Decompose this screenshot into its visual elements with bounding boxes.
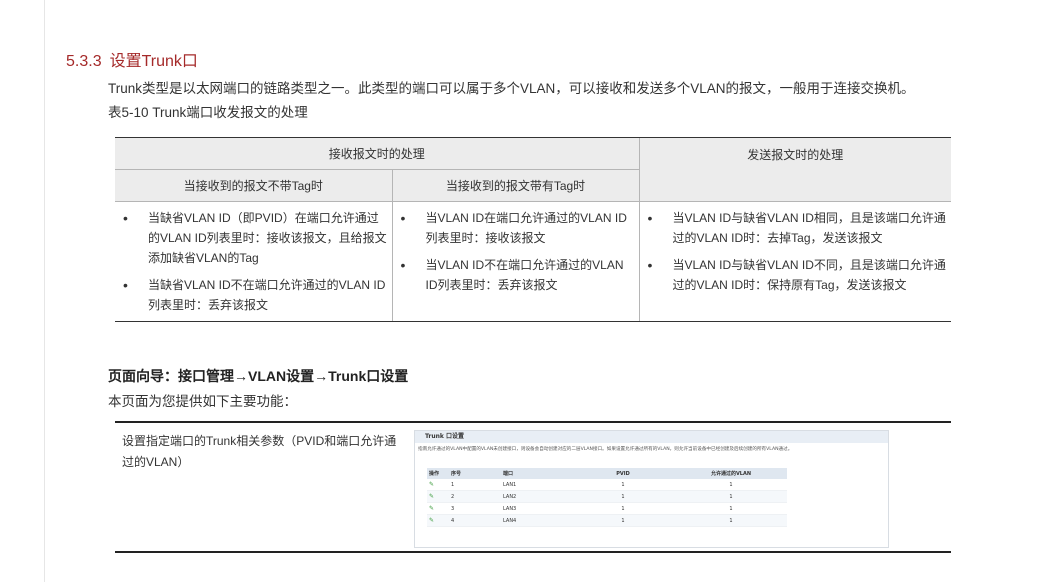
trunk-port-table: 操作 序号 端口 PVID 允许通过的VLAN ✎ 1 LAN1 1 1 ✎ 2 <box>427 468 787 527</box>
tagged-header: 当接收到的报文带有Tag时 <box>391 169 639 202</box>
col-port: 端口 <box>501 468 571 479</box>
pencil-icon[interactable]: ✎ <box>429 517 434 524</box>
section-number: 5.3.3 <box>66 53 102 70</box>
col-allowed-vlan: 允许通过的VLAN <box>675 468 787 479</box>
table-row: ✎ 2 LAN2 1 1 <box>427 490 787 503</box>
row-vlan: 1 <box>675 502 787 515</box>
features-intro: 本页面为您提供如下主要功能： <box>108 394 297 409</box>
pencil-icon[interactable]: ✎ <box>429 493 434 500</box>
row-index: 2 <box>449 490 501 503</box>
table-row: ✎ 1 LAN1 1 1 <box>427 479 787 491</box>
send-header: 发送报文时的处理 <box>638 137 951 202</box>
page-left-rule <box>44 0 45 582</box>
row-index: 3 <box>449 502 501 515</box>
trunk-process-table: 接收报文时的处理 发送报文时的处理 当接收到的报文不带Tag时 当接收到的报文带… <box>115 137 951 322</box>
col-index: 序号 <box>449 468 501 479</box>
list-item: 当缺省VLAN ID不在端口允许通过的VLAN ID列表里时：丢弃该报文 <box>119 275 388 315</box>
edit-cell[interactable]: ✎ <box>427 502 449 515</box>
section-title: 设置Trunk口 <box>109 53 198 70</box>
send-cell: 当VLAN ID与缺省VLAN ID相同，且是该端口允许通过的VLAN ID时：… <box>638 201 951 322</box>
row-index: 1 <box>449 479 501 491</box>
list-item: 当VLAN ID与缺省VLAN ID相同，且是该端口允许通过的VLAN ID时：… <box>644 208 948 248</box>
pencil-icon[interactable]: ✎ <box>429 481 434 488</box>
row-port: LAN2 <box>501 490 571 503</box>
trunk-settings-screenshot: Trunk 口设置 指南允许通过的VLAN中配置的VLAN未创建接口，则设备会自… <box>414 430 889 548</box>
table-row: ✎ 4 LAN4 1 1 <box>427 514 787 527</box>
list-item: 当VLAN ID在端口允许通过的VLAN ID列表里时：接收该报文 <box>397 208 635 248</box>
row-pvid: 1 <box>571 479 675 491</box>
screenshot-title: Trunk 口设置 <box>415 431 888 443</box>
section-heading: 5.3.3 设置Trunk口 <box>66 47 198 71</box>
list-item: 当VLAN ID不在端口允许通过的VLAN ID列表里时：丢弃该报文 <box>397 255 635 295</box>
row-index: 4 <box>449 514 501 527</box>
table-row: ✎ 3 LAN3 1 1 <box>427 502 787 515</box>
tagged-cell: 当VLAN ID在端口允许通过的VLAN ID列表里时：接收该报文 当VLAN … <box>391 201 639 322</box>
row-pvid: 1 <box>571 490 675 503</box>
row-port: LAN4 <box>501 514 571 527</box>
untagged-header: 当接收到的报文不带Tag时 <box>115 169 392 202</box>
edit-cell[interactable]: ✎ <box>427 490 449 503</box>
row-port: LAN1 <box>501 479 571 491</box>
col-pvid: PVID <box>571 468 675 479</box>
screenshot-note: 指南允许通过的VLAN中配置的VLAN未创建接口，则设备会自动创建对应的二层VL… <box>418 447 793 452</box>
row-vlan: 1 <box>675 490 787 503</box>
col-action: 操作 <box>427 468 449 479</box>
list-item: 当缺省VLAN ID（即PVID）在端口允许通过的VLAN ID列表里时：接收该… <box>119 208 388 268</box>
row-pvid: 1 <box>571 502 675 515</box>
intro-paragraph: Trunk类型是以太网端口的链路类型之一。此类型的端口可以属于多个VLAN，可以… <box>108 81 915 96</box>
pencil-icon[interactable]: ✎ <box>429 505 434 512</box>
list-item: 当VLAN ID与缺省VLAN ID不同，且是该端口允许通过的VLAN ID时：… <box>644 255 948 295</box>
feature-table: 设置指定端口的Trunk相关参数（PVID和端口允许通过的VLAN） Trunk… <box>115 421 951 553</box>
row-pvid: 1 <box>571 514 675 527</box>
edit-cell[interactable]: ✎ <box>427 479 449 491</box>
page-guide: 页面向导：接口管理→VLAN设置→Trunk口设置 <box>108 368 409 384</box>
row-vlan: 1 <box>675 514 787 527</box>
untagged-cell: 当缺省VLAN ID（即PVID）在端口允许通过的VLAN ID列表里时：接收该… <box>115 201 392 322</box>
receive-header: 接收报文时的处理 <box>115 137 639 170</box>
row-port: LAN3 <box>501 502 571 515</box>
feature-description: 设置指定端口的Trunk相关参数（PVID和端口允许通过的VLAN） <box>122 434 397 469</box>
edit-cell[interactable]: ✎ <box>427 514 449 527</box>
table-caption: 表5-10 Trunk端口收发报文的处理 <box>108 105 308 120</box>
row-vlan: 1 <box>675 479 787 491</box>
